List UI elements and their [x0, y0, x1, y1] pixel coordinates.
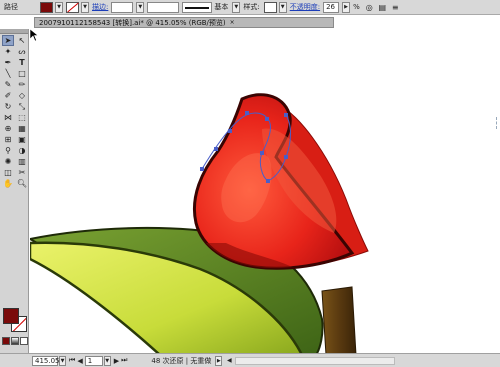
opacity-dropdown[interactable]: ▶ [342, 1, 351, 13]
opacity-field[interactable]: 26 [323, 1, 340, 13]
control-bar-title: 路径 [4, 3, 18, 11]
stem-shape [321, 286, 357, 353]
document-tab-title: 2007910112158543 [转换].ai* @ 415.05% (RGB… [39, 18, 226, 27]
rectangle-tool-icon[interactable]: □ [16, 68, 28, 79]
mouse-cursor-icon [30, 29, 38, 41]
fill-dropdown-arrow[interactable]: ▼ [55, 1, 63, 13]
status-menu-arrow[interactable]: ▶ [215, 355, 223, 366]
eraser-tool-icon[interactable]: ◇ [16, 90, 28, 101]
fill-stroke-swatches [3, 308, 27, 332]
artboard-number-field[interactable]: 1 [84, 355, 103, 366]
blend-tool-icon[interactable]: ◑ [16, 145, 28, 156]
width-tool-icon[interactable]: ⋈ [2, 112, 14, 123]
variable-width-field[interactable] [147, 1, 180, 13]
direct-selection-tool-icon[interactable]: ↖ [16, 35, 28, 46]
gradient-mode-button[interactable] [11, 337, 19, 345]
slice-tool-icon[interactable]: ✂ [16, 167, 28, 178]
type-tool-icon[interactable]: T [16, 57, 28, 68]
blob-brush-tool-icon[interactable]: ✐ [2, 90, 14, 101]
opacity-unit: % [353, 3, 360, 11]
graphic-style-dropdown[interactable]: ▼ [278, 1, 287, 13]
magic-wand-tool-icon[interactable]: ✦ [2, 46, 14, 57]
scale-tool-icon[interactable]: ⤡ [16, 101, 28, 112]
horizontal-scrollbar[interactable] [235, 356, 396, 365]
column-graph-tool-icon[interactable]: ▥ [16, 156, 28, 167]
selection-tool-icon[interactable]: ➤ [2, 35, 14, 46]
last-artboard-icon[interactable]: ⏭ [121, 356, 127, 365]
gradient-tool-icon[interactable]: ▣ [16, 134, 28, 145]
color-mode-button[interactable] [2, 337, 10, 345]
tools-panel: ➤ ↖ ✦ ᔕ ✒ T ╲ □ ✎ ✏ ✐ ◇ ↻ ⤡ ⋈ ⬚ ⊕ ▦ ⊞ ▣ … [0, 29, 29, 353]
graphic-style-swatch[interactable] [263, 1, 277, 13]
ruler-guide-mark [496, 117, 499, 129]
zoom-dropdown[interactable]: ▼ [59, 355, 66, 366]
opacity-link[interactable]: 不透明度: [290, 2, 320, 12]
rotate-tool-icon[interactable]: ↻ [2, 101, 14, 112]
style-label: 样式: [243, 3, 260, 11]
stroke-color-swatch[interactable] [66, 1, 79, 13]
symbol-sprayer-tool-icon[interactable]: ✺ [2, 156, 14, 167]
artboard-canvas[interactable] [30, 29, 500, 353]
mesh-tool-icon[interactable]: ⊞ [2, 134, 14, 145]
fill-color-swatch[interactable] [40, 1, 53, 13]
pencil-tool-icon[interactable]: ✏ [16, 79, 28, 90]
artboard-tool-icon[interactable]: ◫ [2, 167, 14, 178]
previous-artboard-icon[interactable]: ◀ [77, 357, 82, 365]
control-bar: 路径 ▼ ▼ 描边: ▼ 基本 ▼ 样式: ▼ 不透明度: 26 ▶ % ◎ ▤… [0, 0, 500, 15]
fill-swatch[interactable] [3, 308, 19, 324]
scroll-left-icon[interactable]: ◀ [225, 356, 233, 365]
line-tool-icon[interactable]: ╲ [2, 68, 14, 79]
paintbrush-tool-icon[interactable]: ✎ [2, 79, 14, 90]
pen-tool-icon[interactable]: ✒ [2, 57, 14, 68]
align-icon[interactable]: ▤ [377, 2, 388, 13]
close-tab-icon[interactable]: × [230, 19, 235, 26]
stroke-style-label: 基本 [214, 3, 229, 11]
color-mode-buttons [2, 337, 28, 345]
first-artboard-icon[interactable]: ⏮ [69, 356, 75, 365]
stroke-style-dropdown[interactable]: ▼ [232, 1, 241, 13]
none-mode-button[interactable] [20, 337, 28, 345]
artboard-dropdown[interactable]: ▼ [103, 355, 111, 366]
document-tab[interactable]: 2007910112158543 [转换].ai* @ 415.05% (RGB… [34, 17, 334, 28]
panel-menu-icon[interactable]: ≡ [390, 2, 401, 13]
perspective-tool-icon[interactable]: ▦ [16, 123, 28, 134]
brush-stroke-preview[interactable] [182, 1, 213, 13]
zoom-level-field[interactable]: 415.05% [32, 355, 66, 366]
zoom-tool-icon[interactable]: 🔍︎ [16, 178, 28, 189]
tulip-artwork [30, 93, 369, 353]
stroke-dropdown-arrow[interactable]: ▼ [81, 1, 89, 13]
stroke-weight-link[interactable]: 描边: [92, 2, 108, 12]
lasso-tool-icon[interactable]: ᔕ [16, 46, 28, 57]
hand-tool-icon[interactable]: ✋ [2, 178, 14, 189]
stroke-weight-field[interactable] [111, 1, 134, 13]
stroke-weight-dropdown[interactable]: ▼ [136, 1, 145, 13]
free-transform-tool-icon[interactable]: ⬚ [16, 112, 28, 123]
next-artboard-icon[interactable]: ▶ [114, 357, 119, 365]
status-text: 48 次还原 | 无重做 [151, 356, 212, 365]
shape-builder-tool-icon[interactable]: ⊕ [2, 123, 14, 134]
recolor-artwork-icon[interactable]: ◎ [364, 2, 375, 13]
status-bar: 415.05% ▼ ⏮ ◀ 1 ▼ ▶ ⏭ 48 次还原 | 无重做 ▶ ◀ [0, 353, 500, 367]
eyedropper-tool-icon[interactable]: ⚲ [2, 145, 14, 156]
